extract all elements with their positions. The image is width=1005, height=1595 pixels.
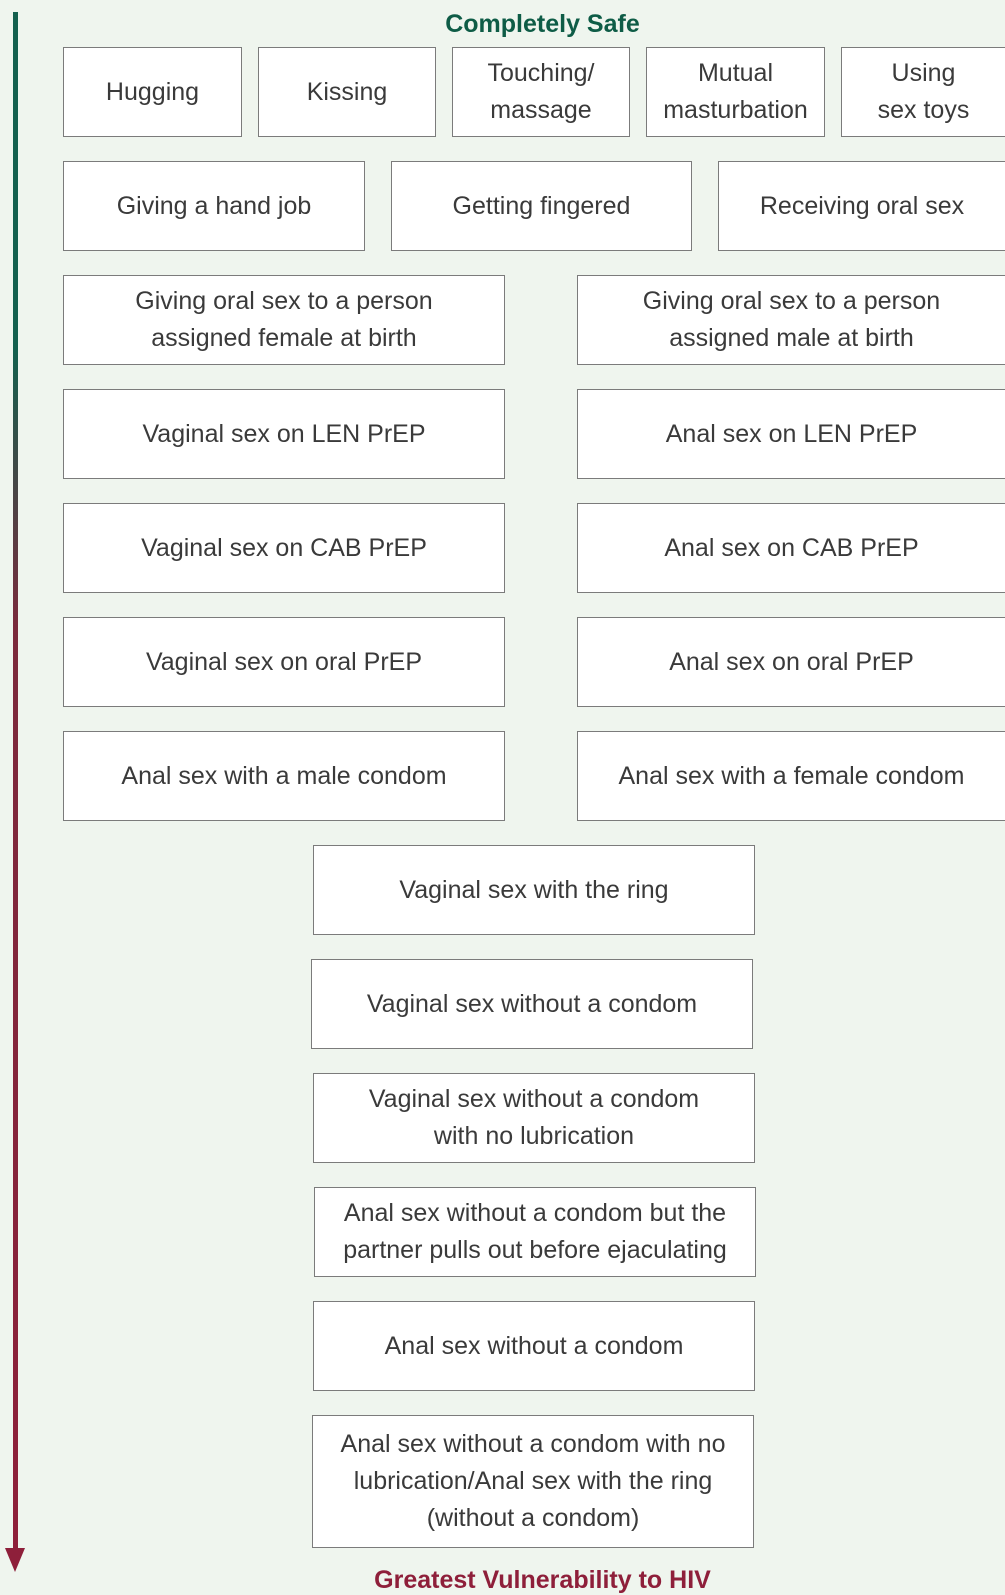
activity-box-vaginal-cab-prep: Vaginal sex on CAB PrEP: [63, 503, 505, 593]
activity-box-anal-pull-out: Anal sex without a condom but the partne…: [314, 1187, 756, 1277]
activity-box-kissing: Kissing: [258, 47, 436, 137]
activity-box-vaginal-len-prep: Vaginal sex on LEN PrEP: [63, 389, 505, 479]
activity-box-anal-len-prep: Anal sex on LEN PrEP: [577, 389, 1005, 479]
completely-safe-label: Completely Safe: [445, 10, 640, 38]
activity-box-vaginal-ring: Vaginal sex with the ring: [313, 845, 755, 935]
activity-box-anal-cab-prep: Anal sex on CAB PrEP: [577, 503, 1005, 593]
activity-box-anal-no-lube-ring: Anal sex without a condom with no lubric…: [312, 1415, 754, 1548]
activity-box-anal-male-condom: Anal sex with a male condom: [63, 731, 505, 821]
activity-box-receiving-oral: Receiving oral sex: [718, 161, 1005, 251]
activity-box-hugging: Hugging: [63, 47, 242, 137]
activity-box-anal-no-condom: Anal sex without a condom: [313, 1301, 755, 1391]
activity-box-hand-job: Giving a hand job: [63, 161, 365, 251]
activity-box-vaginal-no-condom-no-lube: Vaginal sex without a condom with no lub…: [313, 1073, 755, 1163]
activity-box-anal-oral-prep: Anal sex on oral PrEP: [577, 617, 1005, 707]
activity-box-sex-toys: Using sex toys: [841, 47, 1005, 137]
activity-box-mutual-masturbation: Mutual masturbation: [646, 47, 825, 137]
activity-box-fingered: Getting fingered: [391, 161, 692, 251]
activity-box-oral-amab: Giving oral sex to a person assigned mal…: [577, 275, 1005, 365]
activity-box-anal-female-condom: Anal sex with a female condom: [577, 731, 1005, 821]
activity-box-oral-afab: Giving oral sex to a person assigned fem…: [63, 275, 505, 365]
risk-arrow-shaft: [13, 12, 18, 1552]
activity-box-touching-massage: Touching/ massage: [452, 47, 630, 137]
activity-box-vaginal-oral-prep: Vaginal sex on oral PrEP: [63, 617, 505, 707]
activity-box-vaginal-no-condom: Vaginal sex without a condom: [311, 959, 753, 1049]
